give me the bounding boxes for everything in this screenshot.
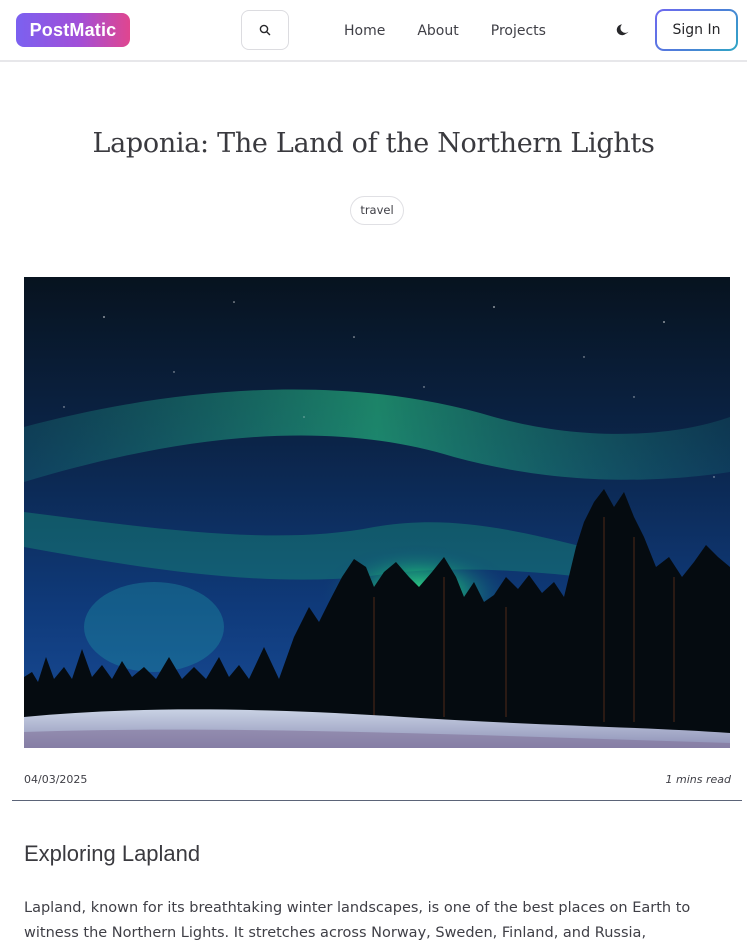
theme-toggle-button[interactable] bbox=[612, 19, 634, 41]
sign-in-label: Sign In bbox=[657, 11, 736, 49]
logo[interactable]: PostMatic bbox=[16, 13, 130, 47]
sign-in-button[interactable]: Sign In bbox=[655, 9, 738, 51]
nav-home[interactable]: Home bbox=[344, 21, 385, 41]
nav-projects[interactable]: Projects bbox=[491, 21, 546, 41]
section-heading: Exploring Lapland bbox=[24, 841, 201, 866]
tag-chip[interactable]: travel bbox=[350, 196, 404, 225]
search-button[interactable] bbox=[241, 10, 289, 50]
divider bbox=[12, 800, 742, 801]
moon-icon bbox=[616, 24, 629, 36]
search-icon bbox=[259, 24, 271, 36]
post-paragraph: Lapland, known for its breathtaking wint… bbox=[24, 900, 691, 941]
read-time: 1 mins read bbox=[665, 773, 731, 786]
hero-image bbox=[24, 277, 730, 748]
post-title: Laponia: The Land of the Northern Lights bbox=[92, 128, 655, 159]
main-nav: Home About Projects bbox=[344, 21, 578, 41]
nav-about[interactable]: About bbox=[417, 21, 458, 41]
post-date: 04/03/2025 bbox=[24, 773, 88, 786]
top-navbar: PostMatic Home About Projects Sign In bbox=[0, 0, 747, 62]
